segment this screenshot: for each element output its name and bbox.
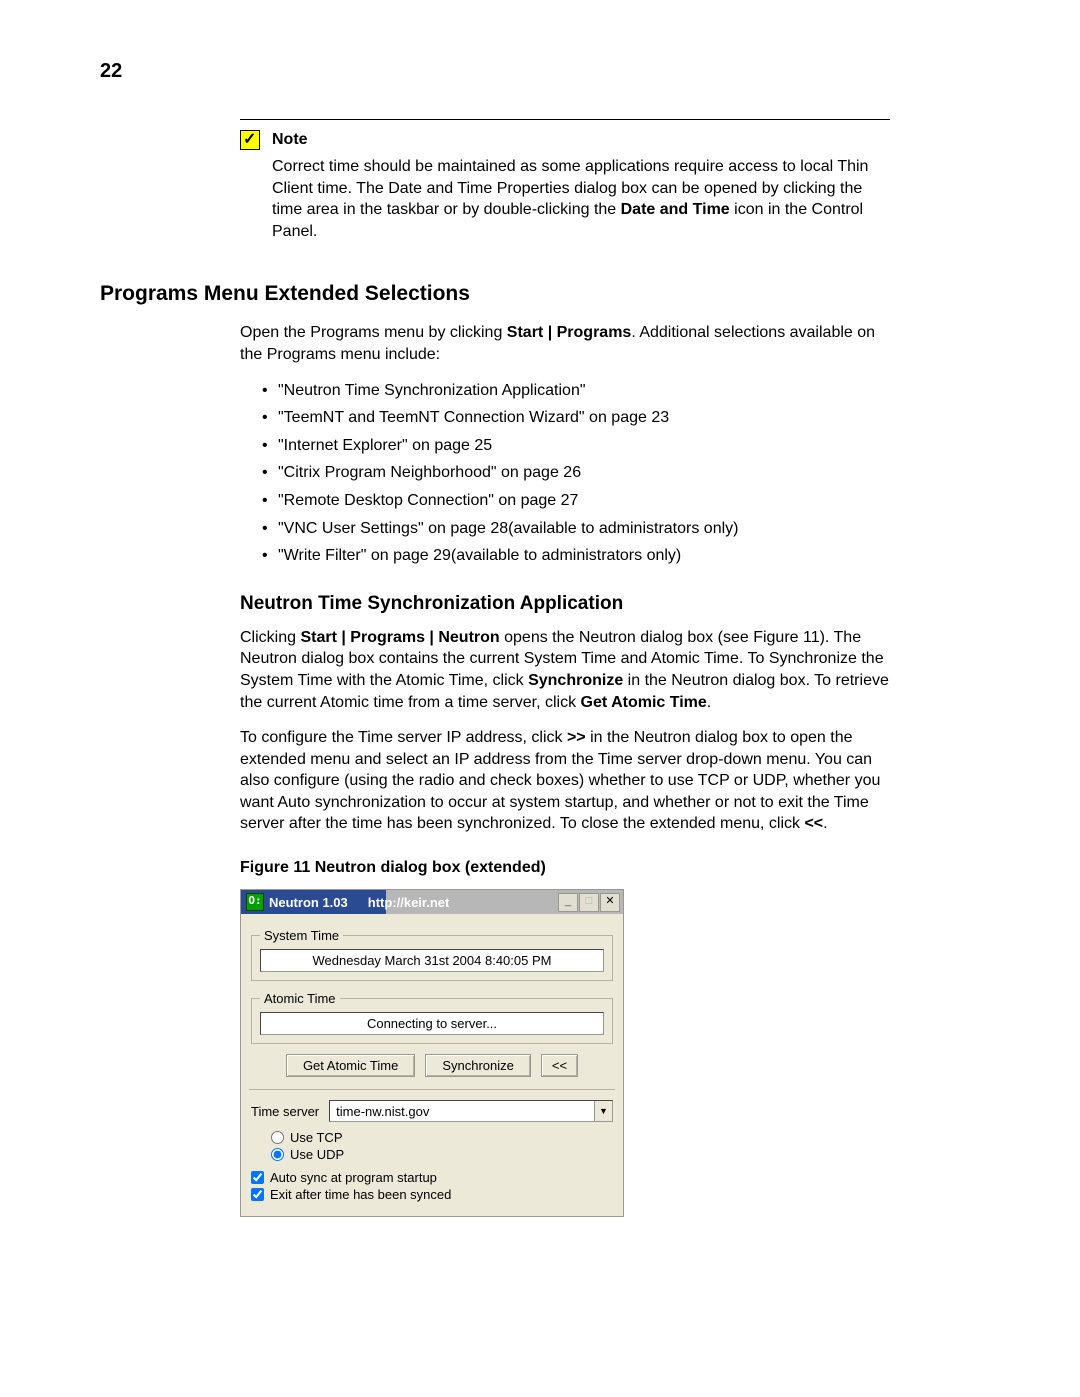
auto-sync-checkbox[interactable] bbox=[251, 1171, 264, 1184]
list-item: "Neutron Time Synchronization Applicatio… bbox=[262, 380, 890, 402]
list-item: "Internet Explorer" on page 25 bbox=[262, 435, 890, 457]
neutron-dialog: O: Neutron 1.03 http://keir.net _ □ ✕ Sy… bbox=[240, 889, 624, 1217]
window-url: http://keir.net bbox=[368, 895, 450, 910]
divider bbox=[249, 1089, 615, 1090]
use-udp-radio[interactable] bbox=[271, 1148, 284, 1161]
time-server-label: Time server bbox=[251, 1104, 319, 1119]
page-number: 22 bbox=[100, 60, 980, 83]
exit-after-label: Exit after time has been synced bbox=[270, 1187, 451, 1202]
auto-sync-label: Auto sync at program startup bbox=[270, 1170, 437, 1185]
section1-intro: Open the Programs menu by clicking Start… bbox=[240, 322, 890, 365]
list-item: "Write Filter" on page 29(available to a… bbox=[262, 545, 890, 567]
figure-caption: Figure 11 Neutron dialog box (extended) bbox=[240, 859, 980, 877]
text: To configure the Time server IP address,… bbox=[240, 729, 567, 746]
list-item: "VNC User Settings" on page 28(available… bbox=[262, 518, 890, 540]
system-time-legend: System Time bbox=[260, 928, 343, 943]
text-bold: Synchronize bbox=[528, 672, 623, 689]
note-label: Note bbox=[272, 131, 308, 149]
system-time-group: System Time Wednesday March 31st 2004 8:… bbox=[251, 928, 613, 981]
text-bold: << bbox=[804, 815, 823, 832]
section1-intro-bold: Start | Programs bbox=[507, 324, 632, 341]
time-server-dropdown[interactable]: time-nw.nist.gov ▼ bbox=[329, 1100, 613, 1122]
minimize-button[interactable]: _ bbox=[558, 893, 578, 912]
window-title: Neutron 1.03 bbox=[269, 895, 348, 910]
get-atomic-time-button[interactable]: Get Atomic Time bbox=[286, 1054, 415, 1077]
text-bold: >> bbox=[567, 729, 586, 746]
list-item: "TeemNT and TeemNT Connection Wizard" on… bbox=[262, 407, 890, 429]
note-block: Note Correct time should be maintained a… bbox=[240, 119, 890, 242]
section-heading-neutron: Neutron Time Synchronization Application bbox=[240, 593, 980, 615]
list-item: "Citrix Program Neighborhood" on page 26 bbox=[262, 462, 890, 484]
atomic-time-value: Connecting to server... bbox=[260, 1012, 604, 1035]
use-tcp-label: Use TCP bbox=[290, 1130, 343, 1145]
maximize-button[interactable]: □ bbox=[579, 893, 599, 912]
note-body-bold: Date and Time bbox=[621, 201, 730, 218]
note-check-icon bbox=[240, 130, 260, 150]
app-icon: O: bbox=[246, 893, 264, 911]
close-button[interactable]: ✕ bbox=[600, 893, 620, 912]
system-time-value: Wednesday March 31st 2004 8:40:05 PM bbox=[260, 949, 604, 972]
exit-after-option[interactable]: Exit after time has been synced bbox=[251, 1187, 613, 1202]
section2-p1: Clicking Start | Programs | Neutron open… bbox=[240, 627, 890, 713]
synchronize-button[interactable]: Synchronize bbox=[425, 1054, 531, 1077]
collapse-button[interactable]: << bbox=[541, 1054, 578, 1077]
text-bold: Start | Programs | Neutron bbox=[300, 629, 499, 646]
auto-sync-option[interactable]: Auto sync at program startup bbox=[251, 1170, 613, 1185]
time-server-value: time-nw.nist.gov bbox=[336, 1104, 429, 1119]
text: . bbox=[823, 815, 827, 832]
section1-intro-pre: Open the Programs menu by clicking bbox=[240, 324, 507, 341]
use-tcp-radio[interactable] bbox=[271, 1131, 284, 1144]
text: . bbox=[707, 694, 711, 711]
text-bold: Get Atomic Time bbox=[581, 694, 707, 711]
dropdown-arrow-icon[interactable]: ▼ bbox=[594, 1101, 612, 1121]
titlebar[interactable]: O: Neutron 1.03 http://keir.net _ □ ✕ bbox=[241, 890, 623, 914]
exit-after-checkbox[interactable] bbox=[251, 1188, 264, 1201]
atomic-time-group: Atomic Time Connecting to server... bbox=[251, 991, 613, 1044]
atomic-time-legend: Atomic Time bbox=[260, 991, 340, 1006]
section2-p2: To configure the Time server IP address,… bbox=[240, 727, 890, 835]
use-tcp-option[interactable]: Use TCP bbox=[271, 1130, 613, 1145]
section1-list: "Neutron Time Synchronization Applicatio… bbox=[240, 380, 890, 567]
use-udp-option[interactable]: Use UDP bbox=[271, 1147, 613, 1162]
note-body: Correct time should be maintained as som… bbox=[272, 156, 890, 242]
use-udp-label: Use UDP bbox=[290, 1147, 344, 1162]
list-item: "Remote Desktop Connection" on page 27 bbox=[262, 490, 890, 512]
section-heading-programs: Programs Menu Extended Selections bbox=[100, 282, 980, 306]
text: Clicking bbox=[240, 629, 300, 646]
